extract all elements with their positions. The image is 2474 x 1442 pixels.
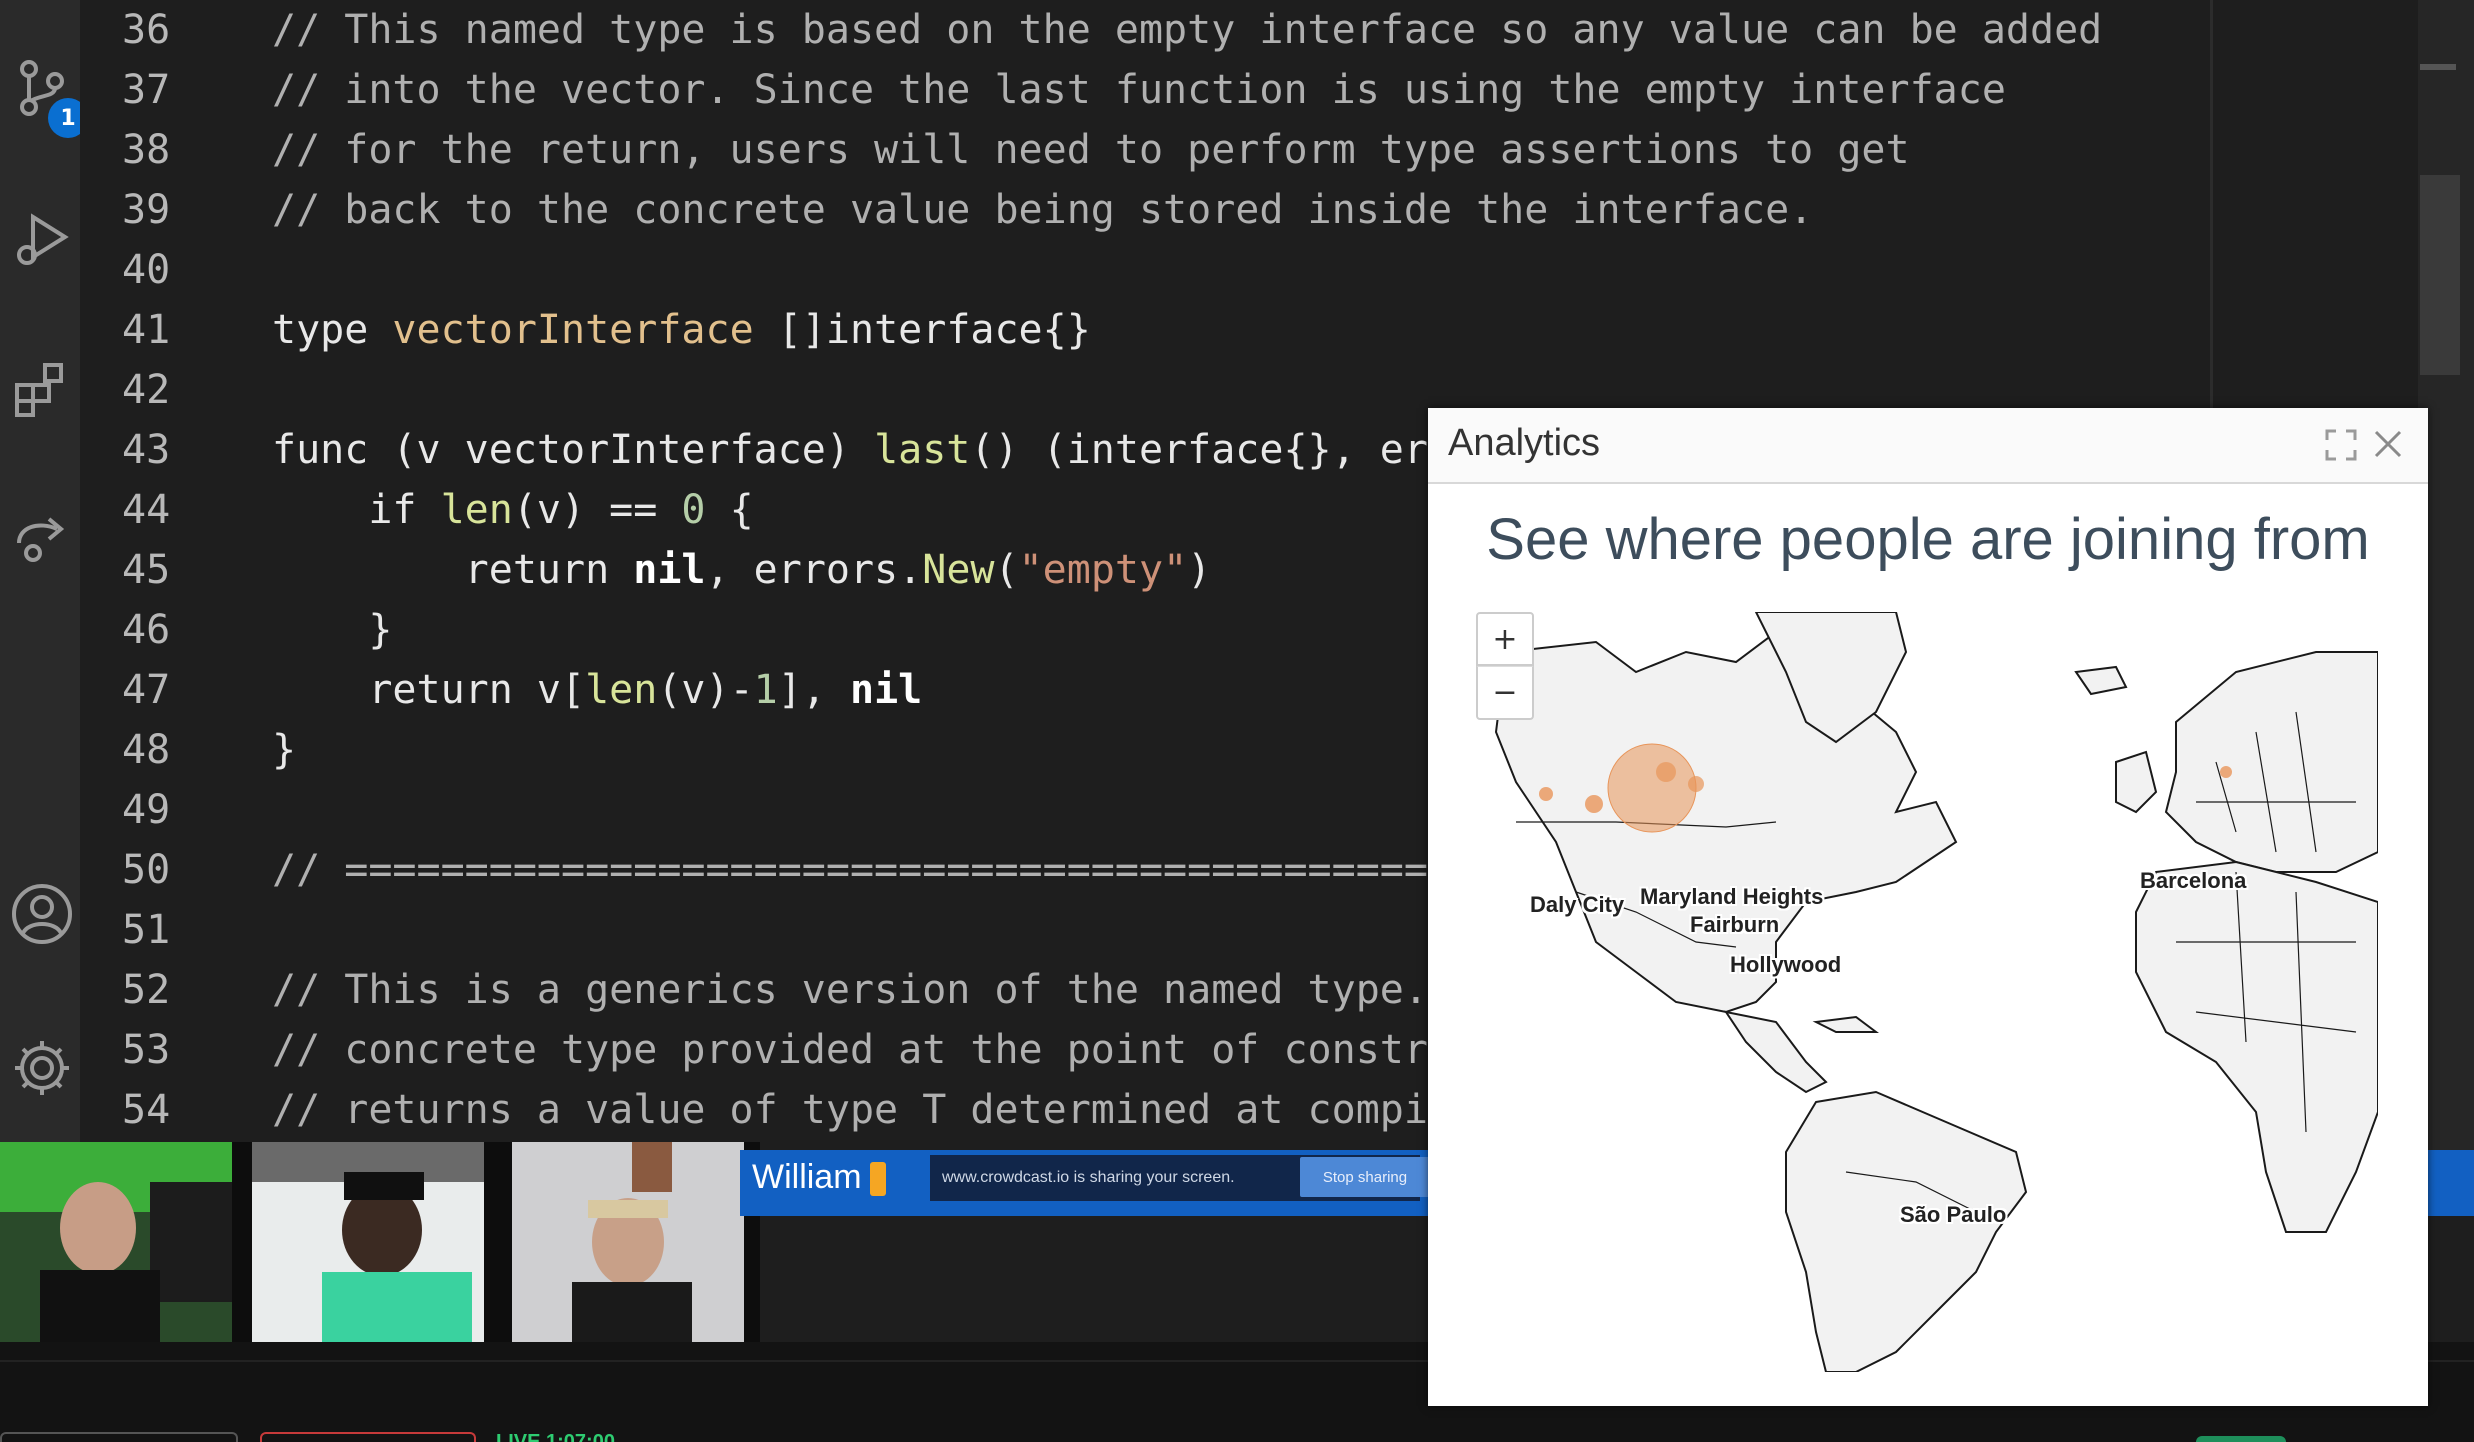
la-bubble	[1585, 795, 1603, 813]
map-zoom-in-button[interactable]: +	[1476, 612, 1534, 666]
line-number: 48	[122, 727, 171, 773]
line-number: 52	[122, 967, 171, 1013]
iceland-land	[2074, 665, 2128, 696]
line-number: 50	[122, 847, 171, 893]
line-text: // into the vector. Since the last funct…	[272, 67, 2006, 113]
presenter-indicator-icon	[870, 1162, 886, 1196]
city-label-fairburn: Fairburn	[1690, 912, 1780, 937]
line-text: // returns a value of type T determined …	[272, 1087, 1428, 1133]
line-text: // for the return, users will need to pe…	[272, 127, 1910, 173]
control-button-left[interactable]	[0, 1432, 238, 1442]
uk-land	[2115, 750, 2158, 814]
line-text: type vectorInterface []interface{}	[272, 307, 1091, 353]
line-number: 53	[122, 1027, 171, 1073]
activity-bar: 1	[0, 0, 88, 1150]
participant-video-3[interactable]	[512, 1142, 744, 1342]
remote-explorer-icon[interactable]	[4, 500, 80, 576]
close-icon[interactable]	[2368, 424, 2408, 464]
code-line[interactable]: 40	[80, 240, 2474, 300]
line-number: 44	[122, 487, 171, 533]
line-number: 39	[122, 187, 171, 233]
settings-gear-icon[interactable]	[4, 1030, 80, 1106]
map-canvas[interactable]	[1476, 612, 2378, 1372]
code-line[interactable]: 38 // for the return, users will need to …	[80, 120, 2474, 180]
line-number: 54	[122, 1087, 171, 1133]
south-america-land	[1785, 1090, 2028, 1372]
line-text: func (v vectorInterface) last() (interfa…	[272, 427, 1428, 473]
line-text: // This named type is based on the empty…	[272, 7, 2103, 53]
map-zoom-out-button[interactable]: −	[1476, 666, 1534, 720]
line-number: 37	[122, 67, 171, 113]
cluster-bubble-1	[1656, 762, 1676, 782]
overview-ruler-marker	[2420, 64, 2456, 70]
line-number: 38	[122, 127, 171, 173]
line-number: 43	[122, 427, 171, 473]
line-text: return nil, errors.New("empty")	[272, 547, 1212, 593]
line-text: // This is a generics version of the nam…	[272, 967, 1428, 1013]
account-icon[interactable]	[4, 876, 80, 952]
presenter-name: William	[752, 1158, 862, 1196]
line-text: return v[len(v)-1], nil	[272, 667, 923, 713]
line-number: 49	[122, 787, 171, 833]
daly-city-bubble	[1539, 787, 1553, 801]
central-america-land	[1723, 1010, 1828, 1094]
code-line[interactable]: 37 // into the vector. Since the last fun…	[80, 60, 2474, 120]
line-number: 41	[122, 307, 171, 353]
line-number: 46	[122, 607, 171, 653]
analytics-panel: Analytics See where people are joining f…	[1428, 408, 2428, 1406]
line-number: 36	[122, 7, 171, 53]
land-layer	[1494, 612, 2378, 1372]
run-debug-icon[interactable]	[4, 200, 80, 276]
code-line[interactable]: 39 // back to the concrete value being st…	[80, 180, 2474, 240]
cluster-bubble-2	[1688, 776, 1704, 792]
line-text: // =====================================…	[272, 847, 1501, 893]
line-number: 40	[122, 247, 171, 293]
city-label-daly-city: Daly City	[1530, 892, 1625, 917]
world-map[interactable]	[1476, 612, 2378, 1372]
code-line[interactable]: 41 type vectorInterface []interface{}	[80, 300, 2474, 360]
editor-scroll-thumb[interactable]	[2420, 175, 2460, 375]
line-number: 42	[122, 367, 171, 413]
city-label-barcelona: Barcelona	[2140, 868, 2247, 893]
line-number: 45	[122, 547, 171, 593]
analytics-heading: See where people are joining from	[1486, 507, 2370, 572]
line-text: }	[272, 727, 297, 773]
live-timer: LIVE 1:07:00	[496, 1431, 615, 1442]
city-label-sao-paulo: São Paulo	[1900, 1202, 2007, 1227]
africa-land	[2135, 860, 2378, 1233]
participant-video-1[interactable]	[0, 1142, 232, 1342]
extensions-icon[interactable]	[4, 350, 80, 426]
line-text: }	[272, 607, 393, 653]
expand-icon[interactable]	[2324, 428, 2358, 462]
line-text: // concrete type provided at the point o…	[272, 1027, 1428, 1073]
line-text: // back to the concrete value being stor…	[272, 187, 1814, 233]
participant-video-2[interactable]	[252, 1142, 484, 1342]
barcelona-bubble	[2220, 766, 2232, 778]
analytics-title: Analytics	[1448, 422, 1601, 464]
cuba-land	[1812, 1015, 1879, 1033]
line-number: 47	[122, 667, 171, 713]
line-number: 51	[122, 907, 171, 953]
end-stream-button[interactable]	[260, 1432, 476, 1442]
code-line[interactable]: 36 // This named type is based on the emp…	[80, 0, 2474, 60]
europe-land	[2164, 651, 2378, 873]
stop-sharing-button[interactable]: Stop sharing	[1300, 1157, 1430, 1197]
line-text: if len(v) == 0 {	[272, 487, 754, 533]
maryland-heights-bubble	[1607, 743, 1697, 833]
city-label-hollywood: Hollywood	[1730, 952, 1842, 977]
city-label-maryland-heights: Maryland Heights	[1640, 884, 1824, 909]
control-button-green[interactable]	[2196, 1436, 2286, 1442]
analytics-header: Analytics	[1428, 408, 2428, 484]
